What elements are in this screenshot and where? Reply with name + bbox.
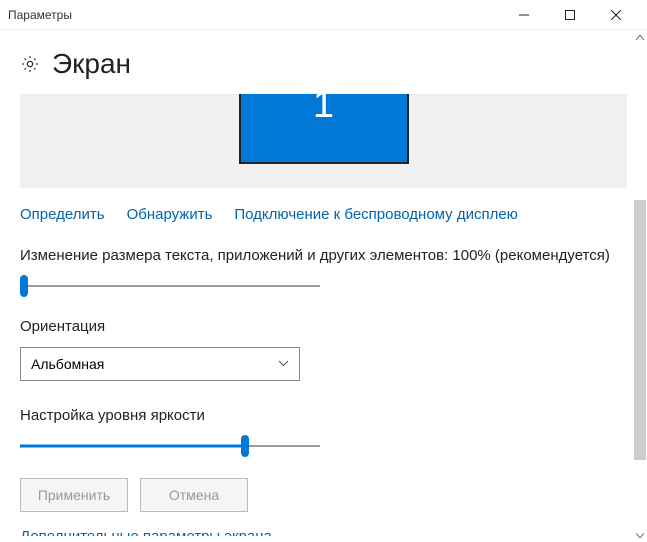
minimize-button[interactable] [501, 0, 547, 30]
orientation-value: Альбомная [31, 356, 104, 372]
gear-icon [20, 54, 40, 74]
content: Экран 1 Определить Обнаружить Подключени… [0, 30, 647, 542]
monitor-number: 1 [313, 94, 334, 117]
titlebar: Параметры [0, 0, 647, 30]
monitor-1[interactable]: 1 [239, 94, 409, 164]
window-controls [501, 0, 639, 30]
page-title: Экран [52, 48, 131, 80]
monitor-preview: 1 [20, 94, 627, 188]
orientation-select[interactable]: Альбомная [20, 347, 300, 381]
advanced-display-link[interactable]: Дополнительные параметры экрана [20, 528, 627, 536]
action-buttons: Применить Отмена [20, 478, 627, 512]
apply-button[interactable]: Применить [20, 478, 128, 512]
brightness-slider-thumb[interactable] [241, 435, 249, 457]
page-header: Экран [20, 48, 627, 80]
scale-slider-thumb[interactable] [20, 275, 28, 297]
scale-slider[interactable] [20, 276, 320, 296]
brightness-label: Настройка уровня яркости [20, 407, 627, 424]
chevron-down-icon [278, 358, 289, 370]
window-title: Параметры [8, 8, 501, 22]
vertical-scrollbar[interactable] [633, 30, 647, 542]
identify-link[interactable]: Определить [20, 206, 105, 223]
orientation-label: Ориентация [20, 318, 627, 335]
maximize-button[interactable] [547, 0, 593, 30]
scroll-down-button[interactable] [633, 528, 647, 542]
brightness-slider[interactable] [20, 436, 320, 456]
detect-link[interactable]: Обнаружить [127, 206, 213, 223]
close-button[interactable] [593, 0, 639, 30]
scale-label: Изменение размера текста, приложений и д… [20, 247, 627, 264]
wireless-display-link[interactable]: Подключение к беспроводному дисплею [234, 206, 518, 223]
display-links: Определить Обнаружить Подключение к бесп… [20, 206, 627, 223]
scroll-thumb[interactable] [634, 200, 646, 460]
cancel-button[interactable]: Отмена [140, 478, 248, 512]
scroll-up-button[interactable] [633, 30, 647, 44]
